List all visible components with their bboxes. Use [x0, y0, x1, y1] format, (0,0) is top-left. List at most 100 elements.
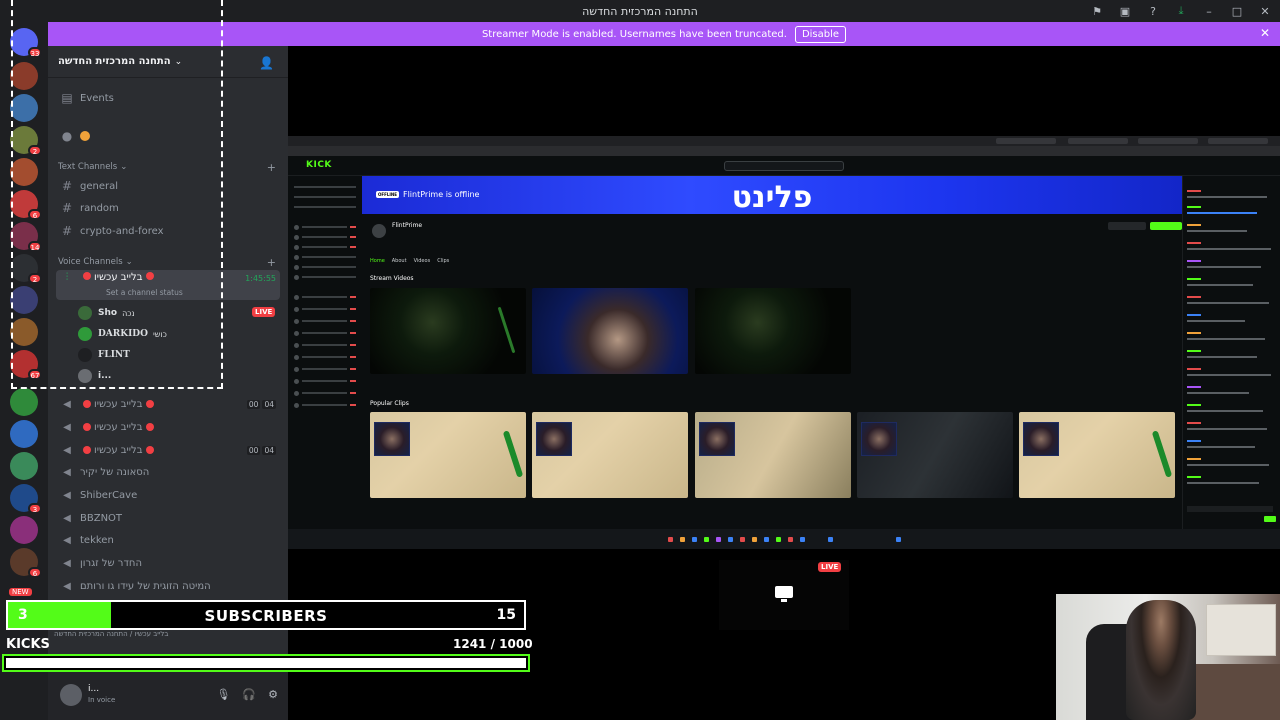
server-icon[interactable]: 67: [10, 350, 42, 380]
voice-channel[interactable]: ◀ החדר של זגרון: [56, 553, 280, 573]
kick-search-input: [724, 161, 844, 171]
invite-icon[interactable]: 👤: [259, 56, 274, 70]
server-icon[interactable]: [10, 94, 38, 122]
server-icon[interactable]: [10, 516, 38, 544]
server-badge: 2: [28, 145, 42, 156]
kick-sidebar-row: [294, 342, 356, 348]
speaker-icon: ◀: [63, 466, 71, 478]
close-window-icon[interactable]: ✕: [1258, 4, 1272, 18]
voice-channel[interactable]: ◀ בלייב עכשיו: [56, 417, 280, 437]
voice-channel[interactable]: ◀ BBZNOT: [56, 508, 280, 528]
red-circle-icon: [83, 400, 91, 408]
subscribers-goal-bar: 3 SUBSCRIBERS 15: [6, 600, 526, 630]
server-icon[interactable]: 2: [10, 254, 42, 284]
kick-sidebar-row: [294, 244, 356, 250]
add-channel-icon[interactable]: +: [267, 161, 276, 174]
microphone-icon[interactable]: 🎙: [216, 688, 230, 701]
kick-sidebar-row: [294, 354, 356, 360]
inbox-icon[interactable]: ⚑: [1090, 4, 1104, 18]
voice-activity-icon: ⫶: [65, 272, 69, 283]
kick-sidebar-row: [294, 378, 356, 384]
voice-channel[interactable]: ◀ בלייב עכשיו 00 04: [56, 440, 280, 460]
captured-taskbar: [288, 529, 1280, 549]
channel-status[interactable]: Set a channel status: [106, 288, 183, 297]
kick-sidebar-row: [294, 366, 356, 372]
maximize-icon[interactable]: □: [1230, 4, 1244, 18]
server-boost-row[interactable]: ●: [56, 126, 280, 146]
server-icon[interactable]: [10, 62, 38, 90]
window-title: התחנה המרכזית החדשה: [582, 4, 698, 18]
server-icon[interactable]: [10, 318, 38, 346]
server-icon[interactable]: 2: [10, 126, 42, 156]
voice-user[interactable]: FLINT: [78, 346, 130, 364]
new-badge: NEW: [9, 588, 32, 596]
browser-tab: [1068, 138, 1128, 144]
add-channel-icon[interactable]: +: [267, 256, 276, 269]
server-header[interactable]: התחנה המרכזית החדשה ⌄: [48, 46, 288, 78]
server-icon[interactable]: 3: [10, 484, 42, 514]
server-icon[interactable]: [10, 388, 38, 416]
headphones-icon[interactable]: 🎧: [242, 688, 256, 701]
voice-user[interactable]: i...: [78, 367, 111, 385]
download-icon[interactable]: ⤓: [1174, 4, 1188, 18]
server-icon[interactable]: 6: [10, 190, 42, 220]
server-icon[interactable]: 14: [10, 222, 42, 252]
screen-share-icon[interactable]: ▣: [1118, 4, 1132, 18]
voice-channel[interactable]: ◀ בלייב עכשיו 00 04: [56, 394, 280, 414]
kick-sidebar-row: [294, 224, 356, 230]
kick-sidebar: [288, 176, 360, 529]
minimize-icon[interactable]: –: [1202, 4, 1216, 18]
gear-icon[interactable]: ⚙: [268, 688, 278, 701]
subscribe-button: [1150, 222, 1182, 230]
kick-sidebar-row: [294, 254, 356, 260]
events-item[interactable]: ▤ Events: [56, 88, 280, 108]
red-circle-icon: [83, 423, 91, 431]
voice-channel[interactable]: ◀ הסאונה של יקיר: [56, 462, 280, 482]
voice-channel[interactable]: ◀ tekken: [56, 530, 280, 550]
browser-address-bar: [288, 146, 1280, 156]
speaker-icon: ◀: [63, 398, 71, 410]
avatar: [78, 327, 92, 341]
speaker-icon: ◀: [63, 580, 71, 592]
disable-streamer-mode-button[interactable]: Disable: [794, 25, 847, 43]
section-title: Stream Videos: [370, 275, 414, 282]
people-icon: ●: [61, 129, 73, 143]
kick-sidebar-row: [294, 330, 356, 336]
speaker-icon: ◀: [63, 444, 71, 456]
speaker-icon: ◀: [63, 421, 71, 433]
category-voice-channels[interactable]: Voice Channels ⌄ +: [58, 256, 280, 269]
voice-channel[interactable]: ◀ ShiberCave: [56, 485, 280, 505]
live-badge: LIVE: [252, 307, 276, 317]
live-badge: LIVE: [818, 562, 842, 572]
hash-icon: #: [61, 179, 73, 193]
events-label: Events: [80, 92, 114, 104]
home-server-icon[interactable]: 33: [10, 28, 42, 58]
server-icon[interactable]: [10, 420, 38, 448]
voice-user[interactable]: Sho נכה: [78, 304, 135, 322]
help-icon[interactable]: ?: [1146, 4, 1160, 18]
kicks-goal-bar: [2, 654, 530, 672]
red-circle-icon: [145, 400, 154, 408]
channel-crypto-and-forex[interactable]: # crypto-and-forex: [56, 221, 280, 241]
server-badge: 2: [28, 273, 42, 284]
avatar[interactable]: [60, 684, 82, 706]
speaker-icon: ◀: [63, 557, 71, 569]
kick-sidebar-row: [294, 234, 356, 240]
kicks-label: KICKS: [6, 637, 50, 652]
browser-tab-bar: [288, 136, 1280, 146]
voice-channel[interactable]: ◀ המיטה הזוגית של עידו גו ורותם: [56, 576, 280, 596]
subscribers-label: SUBSCRIBERS: [204, 607, 328, 625]
category-text-channels[interactable]: Text Channels ⌄ +: [58, 161, 280, 174]
voice-user[interactable]: DARKIDO כושי: [78, 325, 167, 343]
server-icon[interactable]: [10, 158, 38, 186]
server-icon[interactable]: [10, 286, 38, 314]
browser-tab: [1208, 138, 1268, 144]
close-banner-icon[interactable]: ✕: [1260, 26, 1270, 40]
channel-random[interactable]: # random: [56, 198, 280, 218]
channel-general[interactable]: # general: [56, 176, 280, 196]
stream-preview[interactable]: KICK OFFLINE FlintPrime is offline פלינט…: [288, 136, 1280, 549]
server-icon[interactable]: 6: [10, 548, 42, 578]
server-icon[interactable]: [10, 452, 38, 480]
streamer-mode-text: Streamer Mode is enabled. Usernames have…: [481, 28, 787, 40]
webcam-background-shelf: [1206, 604, 1276, 656]
